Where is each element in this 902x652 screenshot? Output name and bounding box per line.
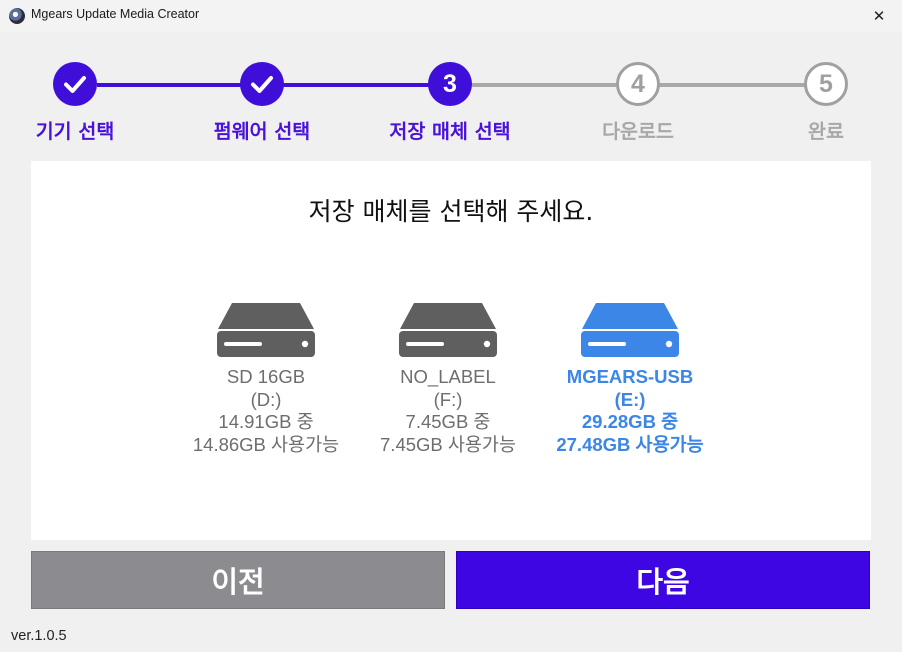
page-prompt: 저장 매체를 선택해 주세요.	[308, 197, 594, 226]
hard-drive-icon	[399, 303, 497, 357]
title-bar: Mgears Update Media Creator ✕	[0, 0, 902, 32]
step-1-label: 기기 선택	[35, 120, 115, 143]
step-5-number: 5	[819, 69, 833, 98]
step-5-indicator: 5	[804, 62, 848, 106]
drive-total: 14.91GB 중	[218, 411, 314, 432]
step-connector-1-2	[97, 83, 263, 87]
close-button[interactable]: ✕	[856, 0, 902, 32]
drive-name: NO_LABEL	[400, 366, 496, 387]
step-4-label: 다운로드	[602, 120, 674, 143]
step-3-number: 3	[443, 69, 457, 98]
previous-button[interactable]: 이전	[31, 551, 445, 609]
drive-total: 7.45GB 중	[405, 411, 491, 432]
step-4-indicator: 4	[616, 62, 660, 106]
step-connector-2-3	[283, 83, 449, 87]
checkmark-icon	[64, 76, 86, 93]
step-2-indicator	[240, 62, 284, 106]
step-3-label: 저장 매체 선택	[389, 120, 511, 143]
drive-total: 29.28GB 중	[581, 411, 679, 432]
drive-name: MGEARS-USB	[566, 366, 694, 387]
drive-free: 7.45GB 사용가능	[380, 433, 516, 455]
step-2-label: 펌웨어 선택	[213, 120, 311, 143]
step-3-indicator: 3	[428, 62, 472, 106]
step-1-indicator	[53, 62, 97, 106]
checkmark-icon	[251, 76, 273, 93]
drive-name: SD 16GB	[226, 366, 306, 387]
drive-option-d[interactable]: SD 16GB (D:) 14.91GB 중 14.86GB 사용가능	[171, 303, 361, 456]
drive-free: 14.86GB 사용가능	[192, 433, 340, 455]
drive-letter: (E:)	[614, 388, 646, 410]
drive-letter: (D:)	[250, 388, 282, 410]
step-connector-3-4	[470, 83, 636, 87]
hard-drive-icon	[581, 303, 679, 357]
window-title: Mgears Update Media Creator	[31, 7, 200, 21]
step-5-label: 완료	[808, 120, 844, 143]
next-button[interactable]: 다음	[456, 551, 870, 609]
drive-letter: (F:)	[433, 388, 463, 410]
storage-selection-panel: 저장 매체를 선택해 주세요. SD 16GB (D:) 14.91GB 중 1…	[31, 161, 871, 540]
hard-drive-icon	[217, 303, 315, 357]
version-label: ver.1.0.5	[11, 628, 67, 644]
drive-option-f[interactable]: NO_LABEL (F:) 7.45GB 중 7.45GB 사용가능	[353, 303, 543, 456]
step-4-number: 4	[631, 69, 645, 98]
step-connector-4-5	[659, 83, 825, 87]
drive-free: 27.48GB 사용가능	[556, 433, 704, 455]
drive-option-e[interactable]: MGEARS-USB (E:) 29.28GB 중 27.48GB 사용가능	[535, 303, 725, 456]
app-logo-icon	[9, 8, 25, 24]
